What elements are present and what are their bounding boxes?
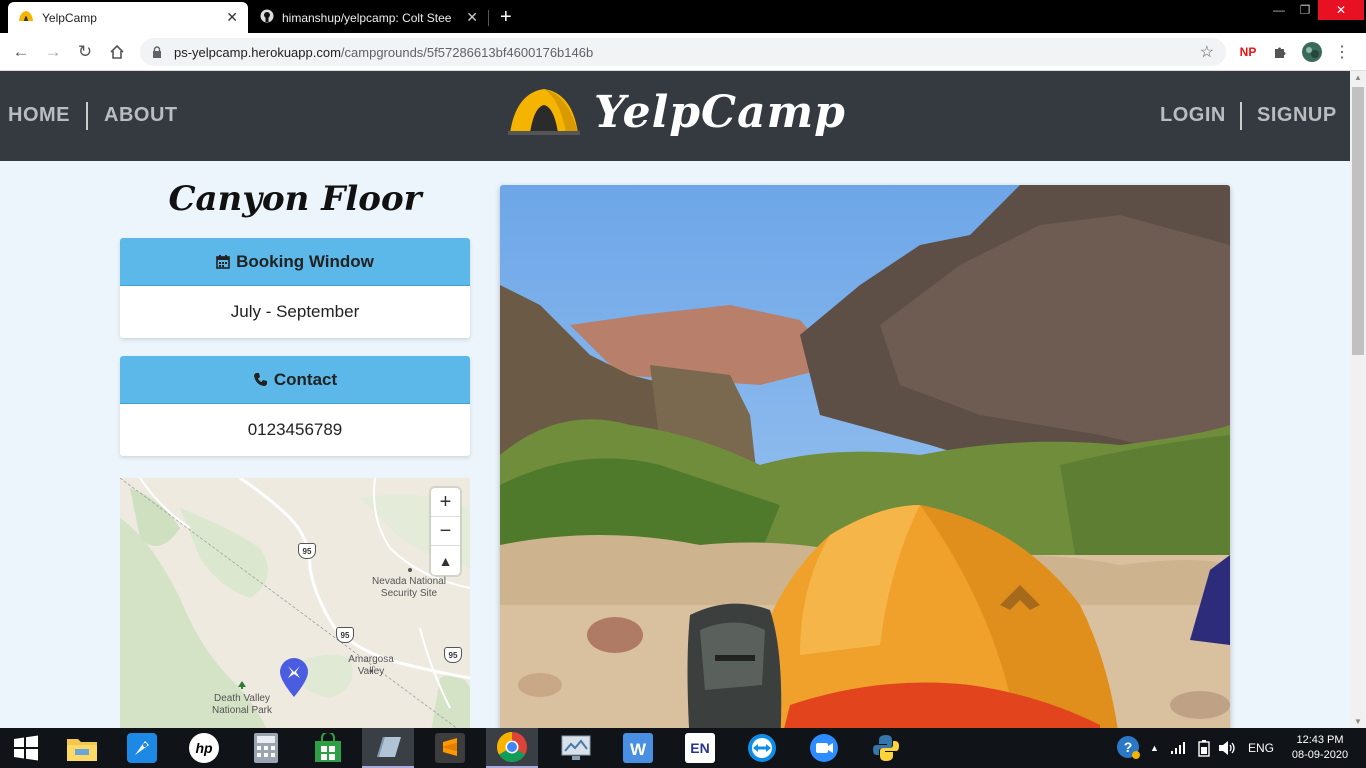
svg-text:W: W xyxy=(630,740,647,759)
route-95-shield: 95 xyxy=(336,627,354,643)
tab-yelpcamp[interactable]: YelpCamp ✕ xyxy=(8,2,248,33)
svg-text:hp: hp xyxy=(195,740,213,756)
app-rocket-icon[interactable] xyxy=(116,728,168,768)
brand-name: YelpCamp xyxy=(594,87,846,138)
contact-card: Contact 0123456789 xyxy=(120,356,470,456)
route-95-shield: 95 xyxy=(298,543,316,559)
word-app-icon[interactable]: W xyxy=(612,728,664,768)
clock-time: 12:43 PM xyxy=(1296,734,1344,746)
back-arrow-icon[interactable]: ← xyxy=(10,41,32,63)
reload-icon[interactable]: ↻ xyxy=(74,41,96,63)
nav-about-link[interactable]: ABOUT xyxy=(104,104,178,127)
windows-taskbar: hp W EN ? ▲ ENG 12:43 PM 08-09-2020 xyxy=(0,728,1366,768)
map-label-nevada: Nevada National Security Site xyxy=(372,576,446,599)
nav-signup-link[interactable]: SIGNUP xyxy=(1257,104,1337,127)
bookmark-star-icon[interactable]: ☆ xyxy=(1200,42,1214,62)
window-maximize-button[interactable]: ❐ xyxy=(1292,0,1318,20)
profile-avatar[interactable] xyxy=(1300,41,1324,63)
contact-header: Contact xyxy=(120,356,470,404)
tent-favicon-icon xyxy=(18,10,34,25)
nav-divider xyxy=(86,102,88,130)
np-extension-icon[interactable]: NP xyxy=(1238,41,1258,63)
location-map[interactable]: 95 95 95 Nevada National Security Site A… xyxy=(120,478,470,728)
route-95-shield: 95 xyxy=(444,647,462,663)
map-zoom-controls: + − ▲ xyxy=(431,488,460,575)
language-indicator[interactable]: ENG xyxy=(1248,728,1274,768)
browser-menu-icon[interactable]: ⋮ xyxy=(1332,41,1352,63)
map-marker-icon[interactable] xyxy=(278,658,310,703)
calendar-icon xyxy=(216,254,230,269)
volume-icon[interactable] xyxy=(1218,728,1236,768)
campground-title: Canyon Floor xyxy=(168,179,422,219)
page-content: HOME ABOUT YelpCamp LOGIN SIGNUP Canyon … xyxy=(0,71,1350,728)
puzzle-extensions-icon[interactable] xyxy=(1270,41,1290,63)
store-icon[interactable] xyxy=(302,728,354,768)
en-app-icon[interactable]: EN xyxy=(674,728,726,768)
teamviewer-icon[interactable] xyxy=(736,728,788,768)
notes-app-icon[interactable] xyxy=(362,728,414,768)
network-signal-icon[interactable] xyxy=(1170,728,1186,768)
map-zoom-out-button[interactable]: − xyxy=(431,517,460,546)
calculator-icon[interactable] xyxy=(240,728,292,768)
scrollbar-thumb[interactable] xyxy=(1352,87,1364,355)
lock-icon xyxy=(152,46,164,58)
chrome-icon[interactable] xyxy=(486,728,538,768)
tab-close-icon[interactable]: ✕ xyxy=(226,9,238,26)
campground-photo-image xyxy=(500,185,1230,728)
brand-logo[interactable]: YelpCamp xyxy=(508,85,846,140)
file-explorer-icon[interactable] xyxy=(56,728,108,768)
tab-close-icon[interactable]: ✕ xyxy=(466,9,478,26)
nav-login-link[interactable]: LOGIN xyxy=(1160,104,1226,127)
contact-value: 0123456789 xyxy=(247,420,343,439)
browser-tab-strip: YelpCamp ✕ himanshup/yelpcamp: Colt Stee… xyxy=(0,0,1366,33)
zoom-app-icon[interactable] xyxy=(798,728,850,768)
forward-arrow-icon[interactable]: → xyxy=(42,41,64,63)
tab-title: YelpCamp xyxy=(42,10,97,25)
home-icon[interactable] xyxy=(106,41,128,63)
clock-date: 08-09-2020 xyxy=(1291,749,1349,761)
browser-toolbar: ← → ↻ ps-yelpcamp.herokuapp.com/campgrou… xyxy=(0,33,1366,71)
battery-icon[interactable] xyxy=(1198,728,1210,768)
contact-label: Contact xyxy=(273,369,338,389)
windows-start-icon[interactable] xyxy=(0,728,52,768)
help-tray-icon[interactable]: ? xyxy=(1116,728,1142,768)
window-close-button[interactable]: ✕ xyxy=(1318,0,1364,20)
scroll-down-icon[interactable]: ▼ xyxy=(1354,717,1362,726)
hp-icon[interactable]: hp xyxy=(178,728,230,768)
map-label-amargosa: Amargosa Valley xyxy=(348,654,394,677)
booking-window-label: Booking Window xyxy=(236,251,374,271)
window-minimize-button[interactable]: — xyxy=(1266,0,1292,20)
show-hidden-icons-icon[interactable]: ▲ xyxy=(1150,728,1159,768)
booking-window-header: Booking Window xyxy=(120,238,470,286)
system-clock[interactable]: 12:43 PM 08-09-2020 xyxy=(1284,733,1356,763)
scroll-up-icon[interactable]: ▲ xyxy=(1354,73,1362,82)
map-label-death-valley: Death Valley National Park xyxy=(211,693,273,716)
campground-photo xyxy=(500,185,1230,728)
new-tab-button[interactable]: + xyxy=(500,6,512,29)
map-compass-button[interactable]: ▲ xyxy=(431,546,460,575)
sublime-text-icon[interactable] xyxy=(424,728,476,768)
url-host: ps-yelpcamp.herokuapp.com xyxy=(174,44,341,60)
address-bar[interactable]: ps-yelpcamp.herokuapp.com/campgrounds/5f… xyxy=(140,38,1226,66)
tab-github[interactable]: himanshup/yelpcamp: Colt Steele ✕ xyxy=(252,2,488,33)
python-icon[interactable] xyxy=(860,728,912,768)
tab-separator xyxy=(488,10,489,26)
phone-icon xyxy=(253,372,268,387)
url-path: /campgrounds/5f57286613bf4600176b146b xyxy=(340,44,594,60)
github-favicon-icon xyxy=(260,9,274,26)
monitor-app-icon[interactable] xyxy=(550,728,602,768)
url-text: ps-yelpcamp.herokuapp.com/campgrounds/5f… xyxy=(174,45,593,60)
svg-text:?: ? xyxy=(1124,739,1133,755)
map-zoom-in-button[interactable]: + xyxy=(431,488,460,517)
tent-logo-icon xyxy=(508,85,580,140)
booking-window-card: Booking Window July - September xyxy=(120,238,470,338)
nav-divider xyxy=(1240,102,1242,130)
page-scrollbar[interactable]: ▲ ▼ xyxy=(1350,71,1366,728)
tab-title: himanshup/yelpcamp: Colt Steele xyxy=(282,10,452,25)
site-navbar: HOME ABOUT YelpCamp LOGIN SIGNUP xyxy=(0,71,1350,161)
en-app-label: EN xyxy=(690,740,710,756)
booking-window-value: July - September xyxy=(230,302,360,321)
nav-home-link[interactable]: HOME xyxy=(8,104,70,127)
